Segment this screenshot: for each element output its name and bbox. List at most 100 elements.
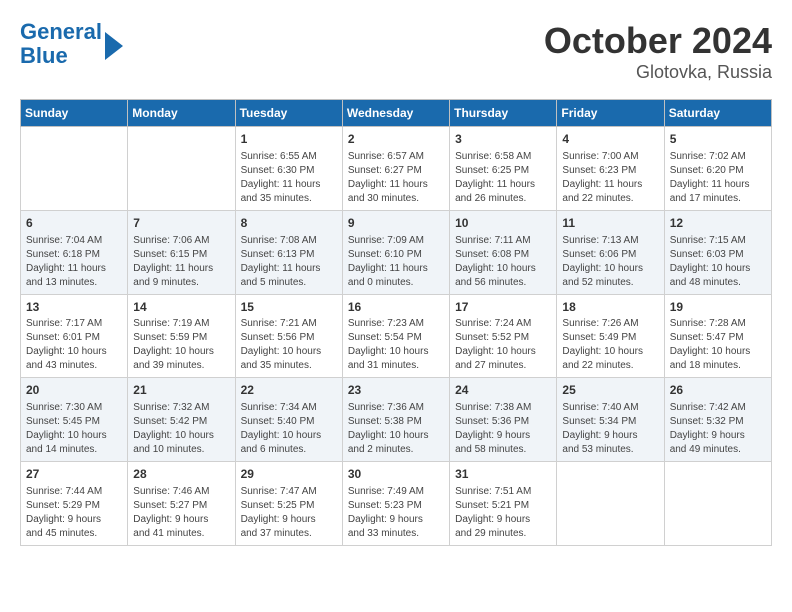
day-number: 27 bbox=[26, 466, 122, 483]
calendar-cell bbox=[128, 127, 235, 211]
weekday-header-thursday: Thursday bbox=[450, 100, 557, 127]
day-info: Sunrise: 7:44 AM Sunset: 5:29 PM Dayligh… bbox=[26, 485, 122, 541]
day-info: Sunrise: 7:49 AM Sunset: 5:23 PM Dayligh… bbox=[348, 485, 444, 541]
weekday-header-saturday: Saturday bbox=[664, 100, 771, 127]
weekday-header-wednesday: Wednesday bbox=[342, 100, 449, 127]
day-number: 21 bbox=[133, 382, 229, 399]
day-info: Sunrise: 7:32 AM Sunset: 5:42 PM Dayligh… bbox=[133, 401, 229, 457]
day-info: Sunrise: 7:04 AM Sunset: 6:18 PM Dayligh… bbox=[26, 234, 122, 290]
day-number: 9 bbox=[348, 215, 444, 232]
calendar-cell: 25 Sunrise: 7:40 AM Sunset: 5:34 PM Dayli… bbox=[557, 378, 664, 462]
calendar-cell: 17Sunrise: 7:24 AM Sunset: 5:52 PM Dayli… bbox=[450, 294, 557, 378]
day-info: Sunrise: 7:38 AM Sunset: 5:36 PM Dayligh… bbox=[455, 401, 551, 457]
calendar-cell: 12 Sunrise: 7:15 AM Sunset: 6:03 PM Dayli… bbox=[664, 210, 771, 294]
day-info: Sunrise: 7:40 AM Sunset: 5:34 PM Dayligh… bbox=[562, 401, 658, 457]
calendar-cell bbox=[21, 127, 128, 211]
day-number: 24 bbox=[455, 382, 551, 399]
calendar-cell: 16Sunrise: 7:23 AM Sunset: 5:54 PM Dayli… bbox=[342, 294, 449, 378]
day-number: 30 bbox=[348, 466, 444, 483]
calendar-header: SundayMondayTuesdayWednesdayThursdayFrid… bbox=[21, 100, 772, 127]
calendar-cell: 9 Sunrise: 7:09 AM Sunset: 6:10 PM Daylig… bbox=[342, 210, 449, 294]
calendar-cell: 1 Sunrise: 6:55 AM Sunset: 6:30 PM Daylig… bbox=[235, 127, 342, 211]
day-number: 29 bbox=[241, 466, 337, 483]
day-info: Sunrise: 6:58 AM Sunset: 6:25 PM Dayligh… bbox=[455, 150, 551, 206]
logo-text: GeneralBlue bbox=[20, 20, 102, 68]
calendar-cell: 27 Sunrise: 7:44 AM Sunset: 5:29 PM Dayli… bbox=[21, 462, 128, 546]
day-number: 6 bbox=[26, 215, 122, 232]
day-number: 4 bbox=[562, 131, 658, 148]
day-number: 23 bbox=[348, 382, 444, 399]
calendar-cell: 15Sunrise: 7:21 AM Sunset: 5:56 PM Dayli… bbox=[235, 294, 342, 378]
day-info: Sunrise: 6:57 AM Sunset: 6:27 PM Dayligh… bbox=[348, 150, 444, 206]
day-number: 13 bbox=[26, 299, 122, 316]
page-header: GeneralBlue October 2024 Glotovka, Russi… bbox=[20, 20, 772, 83]
day-info: Sunrise: 7:28 AM Sunset: 5:47 PM Dayligh… bbox=[670, 317, 766, 373]
calendar-body: 1 Sunrise: 6:55 AM Sunset: 6:30 PM Daylig… bbox=[21, 127, 772, 546]
calendar-week-row: 20 Sunrise: 7:30 AM Sunset: 5:45 PM Dayli… bbox=[21, 378, 772, 462]
calendar-cell: 30 Sunrise: 7:49 AM Sunset: 5:23 PM Dayli… bbox=[342, 462, 449, 546]
day-info: Sunrise: 6:55 AM Sunset: 6:30 PM Dayligh… bbox=[241, 150, 337, 206]
day-number: 15 bbox=[241, 299, 337, 316]
calendar-cell: 29 Sunrise: 7:47 AM Sunset: 5:25 PM Dayli… bbox=[235, 462, 342, 546]
day-info: Sunrise: 7:36 AM Sunset: 5:38 PM Dayligh… bbox=[348, 401, 444, 457]
day-number: 17 bbox=[455, 299, 551, 316]
calendar-week-row: 27 Sunrise: 7:44 AM Sunset: 5:29 PM Dayli… bbox=[21, 462, 772, 546]
calendar-cell: 4Sunrise: 7:00 AM Sunset: 6:23 PM Daylig… bbox=[557, 127, 664, 211]
day-info: Sunrise: 7:02 AM Sunset: 6:20 PM Dayligh… bbox=[670, 150, 766, 206]
day-number: 7 bbox=[133, 215, 229, 232]
logo: GeneralBlue bbox=[20, 20, 123, 68]
calendar-cell: 3Sunrise: 6:58 AM Sunset: 6:25 PM Daylig… bbox=[450, 127, 557, 211]
day-info: Sunrise: 7:47 AM Sunset: 5:25 PM Dayligh… bbox=[241, 485, 337, 541]
calendar-cell: 26Sunrise: 7:42 AM Sunset: 5:32 PM Dayli… bbox=[664, 378, 771, 462]
day-info: Sunrise: 7:30 AM Sunset: 5:45 PM Dayligh… bbox=[26, 401, 122, 457]
day-info: Sunrise: 7:23 AM Sunset: 5:54 PM Dayligh… bbox=[348, 317, 444, 373]
day-number: 19 bbox=[670, 299, 766, 316]
day-number: 16 bbox=[348, 299, 444, 316]
calendar-cell: 22Sunrise: 7:34 AM Sunset: 5:40 PM Dayli… bbox=[235, 378, 342, 462]
day-info: Sunrise: 7:17 AM Sunset: 6:01 PM Dayligh… bbox=[26, 317, 122, 373]
day-info: Sunrise: 7:26 AM Sunset: 5:49 PM Dayligh… bbox=[562, 317, 658, 373]
title-block: October 2024 Glotovka, Russia bbox=[544, 20, 772, 83]
calendar-cell: 31Sunrise: 7:51 AM Sunset: 5:21 PM Dayli… bbox=[450, 462, 557, 546]
calendar-cell: 13Sunrise: 7:17 AM Sunset: 6:01 PM Dayli… bbox=[21, 294, 128, 378]
day-info: Sunrise: 7:09 AM Sunset: 6:10 PM Dayligh… bbox=[348, 234, 444, 290]
calendar-cell: 20 Sunrise: 7:30 AM Sunset: 5:45 PM Dayli… bbox=[21, 378, 128, 462]
calendar-cell: 24 Sunrise: 7:38 AM Sunset: 5:36 PM Dayli… bbox=[450, 378, 557, 462]
calendar-cell: 18Sunrise: 7:26 AM Sunset: 5:49 PM Dayli… bbox=[557, 294, 664, 378]
day-info: Sunrise: 7:21 AM Sunset: 5:56 PM Dayligh… bbox=[241, 317, 337, 373]
day-number: 1 bbox=[241, 131, 337, 148]
day-number: 20 bbox=[26, 382, 122, 399]
weekday-header-monday: Monday bbox=[128, 100, 235, 127]
day-number: 2 bbox=[348, 131, 444, 148]
weekday-header-tuesday: Tuesday bbox=[235, 100, 342, 127]
day-info: Sunrise: 7:06 AM Sunset: 6:15 PM Dayligh… bbox=[133, 234, 229, 290]
day-number: 10 bbox=[455, 215, 551, 232]
weekday-header-sunday: Sunday bbox=[21, 100, 128, 127]
day-number: 25 bbox=[562, 382, 658, 399]
day-info: Sunrise: 7:15 AM Sunset: 6:03 PM Dayligh… bbox=[670, 234, 766, 290]
calendar-cell: 28 Sunrise: 7:46 AM Sunset: 5:27 PM Dayli… bbox=[128, 462, 235, 546]
calendar-cell: 6 Sunrise: 7:04 AM Sunset: 6:18 PM Daylig… bbox=[21, 210, 128, 294]
day-info: Sunrise: 7:46 AM Sunset: 5:27 PM Dayligh… bbox=[133, 485, 229, 541]
day-number: 11 bbox=[562, 215, 658, 232]
day-info: Sunrise: 7:24 AM Sunset: 5:52 PM Dayligh… bbox=[455, 317, 551, 373]
day-number: 12 bbox=[670, 215, 766, 232]
day-info: Sunrise: 7:11 AM Sunset: 6:08 PM Dayligh… bbox=[455, 234, 551, 290]
calendar-table: SundayMondayTuesdayWednesdayThursdayFrid… bbox=[20, 99, 772, 546]
day-number: 22 bbox=[241, 382, 337, 399]
calendar-cell: 11Sunrise: 7:13 AM Sunset: 6:06 PM Dayli… bbox=[557, 210, 664, 294]
day-number: 8 bbox=[241, 215, 337, 232]
weekday-header-row: SundayMondayTuesdayWednesdayThursdayFrid… bbox=[21, 100, 772, 127]
calendar-cell: 19Sunrise: 7:28 AM Sunset: 5:47 PM Dayli… bbox=[664, 294, 771, 378]
calendar-week-row: 1 Sunrise: 6:55 AM Sunset: 6:30 PM Daylig… bbox=[21, 127, 772, 211]
calendar-cell: 21 Sunrise: 7:32 AM Sunset: 5:42 PM Dayli… bbox=[128, 378, 235, 462]
month-title: October 2024 bbox=[544, 20, 772, 62]
calendar-cell bbox=[557, 462, 664, 546]
day-info: Sunrise: 7:51 AM Sunset: 5:21 PM Dayligh… bbox=[455, 485, 551, 541]
calendar-cell bbox=[664, 462, 771, 546]
day-number: 28 bbox=[133, 466, 229, 483]
day-number: 18 bbox=[562, 299, 658, 316]
weekday-header-friday: Friday bbox=[557, 100, 664, 127]
logo-arrow-icon bbox=[105, 32, 123, 60]
day-number: 14 bbox=[133, 299, 229, 316]
